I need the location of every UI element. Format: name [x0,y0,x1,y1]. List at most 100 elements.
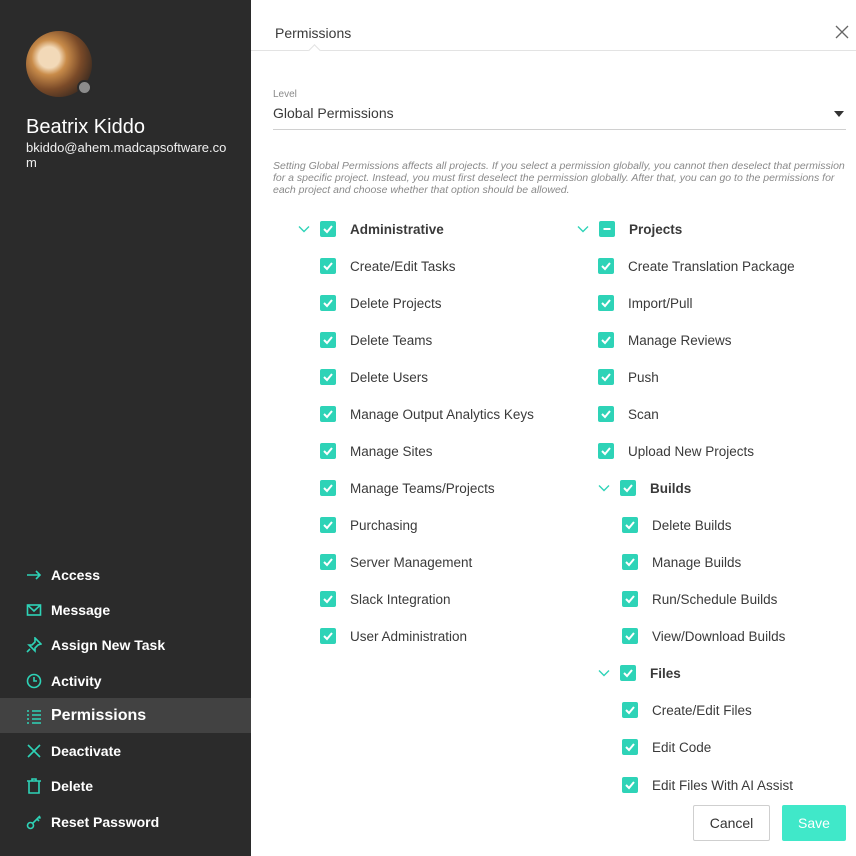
checkbox[interactable] [622,554,638,570]
trash-icon [26,778,42,795]
checkbox[interactable] [320,628,336,644]
checkbox[interactable] [320,591,336,607]
checkbox[interactable] [320,480,336,496]
menu-item-message[interactable]: Message [0,592,251,627]
menu-item-permissions[interactable]: Permissions [0,698,251,734]
menu-item-label: Permissions [51,706,147,724]
permission-label: Import/Pull [628,295,693,311]
permission-item: Run/Schedule Builds [622,589,777,609]
checkbox-files[interactable] [620,665,636,681]
cancel-button[interactable]: Cancel [693,805,770,841]
checkbox[interactable] [320,554,336,570]
checkbox[interactable] [320,332,336,348]
permission-item: Purchasing [320,515,418,535]
user-name: Beatrix Kiddo [26,116,145,138]
permission-label: Run/Schedule Builds [652,591,778,607]
permission-item: Manage Builds [622,552,741,572]
permission-item: View/Download Builds [622,626,785,646]
permission-group-builds: Builds [598,478,691,498]
permission-group-label: Administrative [350,221,444,237]
permission-item: Create/Edit Tasks [320,256,456,276]
permission-group-label: Builds [650,480,692,496]
permission-label: Slack Integration [350,591,451,607]
checkbox[interactable] [598,258,614,274]
tab-indicator [308,44,321,57]
permission-item: Delete Teams [320,330,432,350]
permission-group-administrative: Administrative [298,219,444,239]
checkbox[interactable] [598,369,614,385]
menu-item-label: Access [51,566,101,583]
chevron-down-icon[interactable] [598,667,610,679]
permission-label: Purchasing [350,517,418,533]
menu-item-label: Deactivate [51,743,122,760]
list-icon [26,708,42,724]
checkbox[interactable] [622,739,638,755]
permission-group-files: Files [598,663,681,683]
permission-label: Scan [628,406,659,422]
checkbox-administrative[interactable] [320,221,336,237]
permission-label: Delete Builds [652,517,732,533]
clock-icon [26,673,42,689]
checkbox[interactable] [622,591,638,607]
permission-group-projects: Projects [577,219,682,239]
permission-label: Manage Output Analytics Keys [350,406,534,422]
envelope-icon [26,602,42,618]
key-icon [26,814,42,830]
menu-item-activity[interactable]: Activity [0,663,251,698]
permission-item: Scan [598,404,659,424]
permission-item: Edit Code [622,737,711,757]
menu-item-assign-new-task[interactable]: Assign New Task [0,628,251,663]
save-button[interactable]: Save [782,805,846,841]
menu-item-access[interactable]: Access [0,557,251,592]
menu-item-label: Assign New Task [51,637,166,654]
permission-label: Create/Edit Tasks [350,258,456,274]
menu-item-delete[interactable]: Delete [0,769,251,804]
checkbox[interactable] [622,517,638,533]
tab-permissions[interactable]: Permissions [275,25,351,41]
checkbox[interactable] [622,777,638,793]
permission-label: Manage Sites [350,443,433,459]
caret-down-icon [834,111,844,117]
checkbox[interactable] [320,295,336,311]
checkbox[interactable] [598,443,614,459]
permission-label: Push [628,369,659,385]
checkbox[interactable] [598,332,614,348]
menu-item-deactivate[interactable]: Deactivate [0,733,251,768]
checkbox[interactable] [320,258,336,274]
checkbox[interactable] [320,406,336,422]
close-icon[interactable] [834,24,850,40]
level-select[interactable]: Global Permissions [273,102,846,130]
permission-label: Create/Edit Files [652,702,752,718]
checkbox[interactable] [320,369,336,385]
checkbox[interactable] [622,628,638,644]
chevron-down-icon[interactable] [598,482,610,494]
permission-item: Manage Sites [320,441,433,461]
permission-label: Manage Builds [652,554,742,570]
permission-label: Server Management [350,554,473,570]
permission-label: Manage Teams/Projects [350,480,495,496]
chevron-down-icon[interactable] [577,223,589,235]
checkbox[interactable] [320,517,336,533]
menu-item-reset-password[interactable]: Reset Password [0,804,251,839]
level-label: Level [273,89,297,100]
checkbox[interactable] [320,443,336,459]
permission-item: Delete Projects [320,293,442,313]
permission-item: Delete Users [320,367,428,387]
user-email: bkiddo@ahem.madcapsoftware.com [26,140,227,170]
permission-item: Manage Reviews [598,330,732,350]
permission-item: Push [598,367,659,387]
permission-item: Edit Files With AI Assist [622,775,793,795]
sidebar: Beatrix Kiddo bkiddo@ahem.madcapsoftware… [0,0,251,856]
permission-label: Delete Teams [350,332,433,348]
permission-item: Slack Integration [320,589,451,609]
status-indicator [77,80,92,95]
checkbox-builds[interactable] [620,480,636,496]
checkbox[interactable] [622,702,638,718]
checkbox[interactable] [598,406,614,422]
chevron-down-icon[interactable] [298,223,310,235]
permission-item: Manage Teams/Projects [320,478,495,498]
permissions-panel: Permissions Level Global Permissions Set… [251,0,856,856]
checkbox[interactable] [598,295,614,311]
menu-item-label: Reset Password [51,813,160,830]
checkbox-projects-partial[interactable] [599,221,615,237]
